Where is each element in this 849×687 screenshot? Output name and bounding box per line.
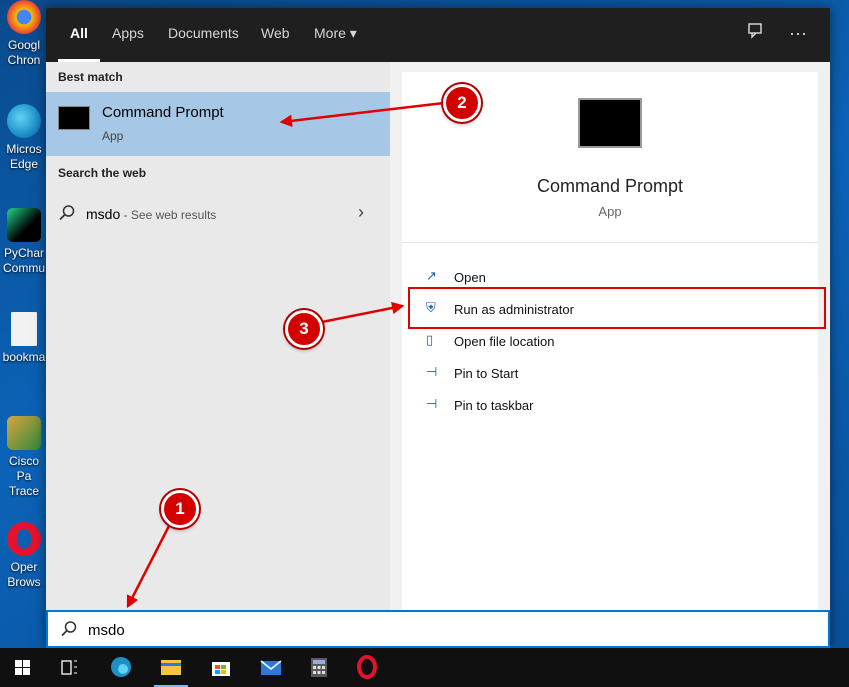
divider	[402, 242, 818, 243]
desktop-icon-edge[interactable]: Micros Edge	[0, 104, 48, 172]
best-match-heading: Best match	[58, 70, 123, 84]
search-icon	[59, 205, 75, 221]
highlight-run-as-administrator	[408, 287, 826, 329]
feedback-icon[interactable]	[744, 22, 768, 46]
tab-more[interactable]: More ▾	[314, 8, 357, 62]
task-view-icon[interactable]	[46, 648, 92, 687]
command-prompt-icon	[58, 106, 90, 130]
pycharm-icon	[7, 208, 41, 242]
best-match-subtitle: App	[102, 129, 124, 143]
action-label: Open	[454, 270, 486, 285]
preview-subtitle: App	[598, 204, 622, 219]
store-icon[interactable]	[198, 648, 244, 687]
preview-title: Command Prompt	[536, 176, 684, 196]
desktop-icon-pycharm[interactable]: PyChar Commu	[0, 208, 48, 276]
edge-icon[interactable]	[98, 648, 144, 687]
web-result-item[interactable]: msdo - See web results ›	[46, 194, 390, 234]
search-icon	[61, 621, 77, 637]
file-icon	[11, 312, 37, 346]
action-open[interactable]: ↗ Open	[426, 266, 806, 288]
desktop-icon-cisco[interactable]: Cisco Pa Trace	[0, 416, 48, 499]
search-input[interactable]	[88, 620, 688, 640]
action-label: Open file location	[454, 334, 555, 349]
action-pin-to-start[interactable]: ⊣ Pin to Start	[426, 362, 806, 384]
search-web-heading: Search the web	[58, 166, 147, 180]
file-location-icon: ▯	[426, 332, 434, 347]
open-icon: ↗	[426, 268, 437, 283]
web-result-text: msdo - See web results	[86, 206, 216, 222]
mail-icon[interactable]	[248, 648, 294, 687]
pin-icon: ⊣	[426, 364, 438, 379]
web-hint: - See web results	[120, 208, 217, 222]
tab-web[interactable]: Web	[261, 8, 290, 62]
results-list: Best match Command Prompt App Search the…	[46, 62, 390, 612]
opera-icon[interactable]	[344, 648, 390, 687]
tab-all[interactable]: All	[58, 8, 100, 62]
windows-start-icon[interactable]	[0, 648, 46, 687]
tab-documents[interactable]: Documents	[168, 8, 239, 62]
step-badge-1: 1	[161, 490, 199, 528]
tab-apps[interactable]: Apps	[112, 8, 144, 62]
preview-pane: Command Prompt App ↗ Open ⛨ Run as admin…	[402, 72, 818, 612]
opera-icon	[7, 522, 41, 556]
action-open-file-location[interactable]: ▯ Open file location	[426, 330, 806, 352]
action-pin-to-taskbar[interactable]: ⊣ Pin to taskbar	[426, 394, 806, 416]
best-match-title: Command Prompt	[102, 104, 224, 121]
search-tabs-bar: All Apps Documents Web More ▾ ···	[46, 8, 830, 62]
action-label: Pin to taskbar	[454, 398, 534, 413]
edge-icon	[7, 104, 41, 138]
search-box[interactable]	[46, 610, 830, 648]
step-badge-2: 2	[443, 84, 481, 122]
command-prompt-large-icon	[578, 98, 642, 148]
desktop-icon-opera[interactable]: Oper Brows	[0, 522, 48, 590]
cisco-packet-tracer-icon	[7, 416, 41, 450]
desktop-icon-chrome[interactable]: Googl Chron	[0, 0, 48, 68]
chevron-right-icon[interactable]: ›	[358, 202, 364, 223]
action-label: Pin to Start	[454, 366, 519, 381]
web-query: msdo	[86, 206, 121, 222]
file-explorer-icon[interactable]	[148, 648, 194, 687]
taskbar	[0, 648, 849, 687]
best-match-item[interactable]: Command Prompt App	[46, 92, 390, 156]
chrome-icon	[7, 0, 41, 34]
desktop-icon-bookmarks[interactable]: bookma	[0, 312, 48, 365]
step-badge-3: 3	[285, 310, 323, 348]
calculator-icon[interactable]	[296, 648, 342, 687]
pin-icon: ⊣	[426, 396, 438, 411]
ellipsis-icon[interactable]: ···	[786, 22, 810, 46]
